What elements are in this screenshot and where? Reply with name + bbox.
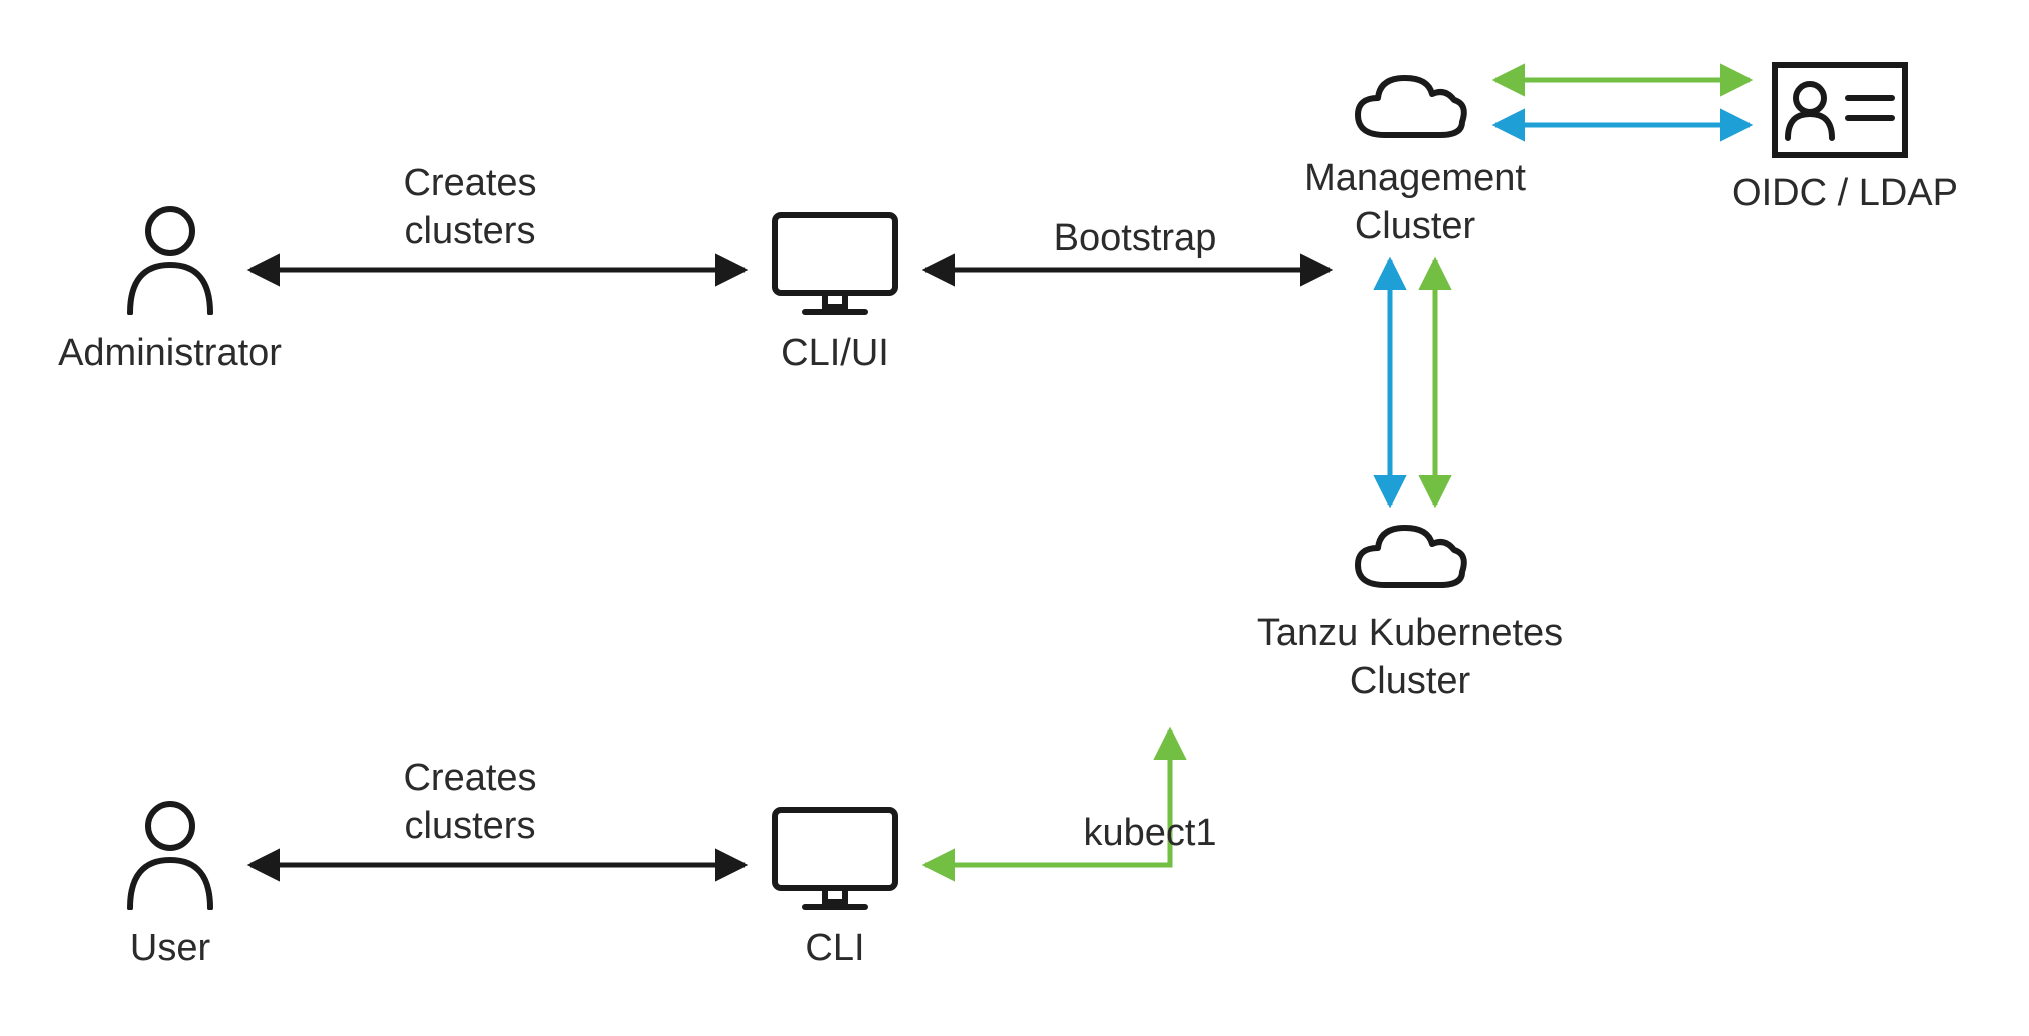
user-label: User: [120, 925, 220, 973]
edge-label-creates-bottom: Creates clusters: [370, 755, 570, 850]
tkc-label: Tanzu Kubernetes Cluster: [1230, 610, 1590, 705]
arrows-overlay: [0, 0, 2029, 1036]
cli-ui-label: CLI/UI: [760, 330, 910, 378]
edge-label-creates-top: Creates clusters: [370, 160, 570, 255]
diagram-stage: Administrator User CLI/UI CLI Management…: [0, 0, 2029, 1036]
administrator-label: Administrator: [40, 330, 300, 378]
edge-label-bootstrap: Bootstrap: [1025, 215, 1245, 263]
oidc-ldap-label: OIDC / LDAP: [1720, 170, 1970, 218]
cli-label: CLI: [790, 925, 880, 973]
management-cluster-label: Management Cluster: [1280, 155, 1550, 250]
edge-label-kubectl: kubect1: [1060, 810, 1240, 858]
